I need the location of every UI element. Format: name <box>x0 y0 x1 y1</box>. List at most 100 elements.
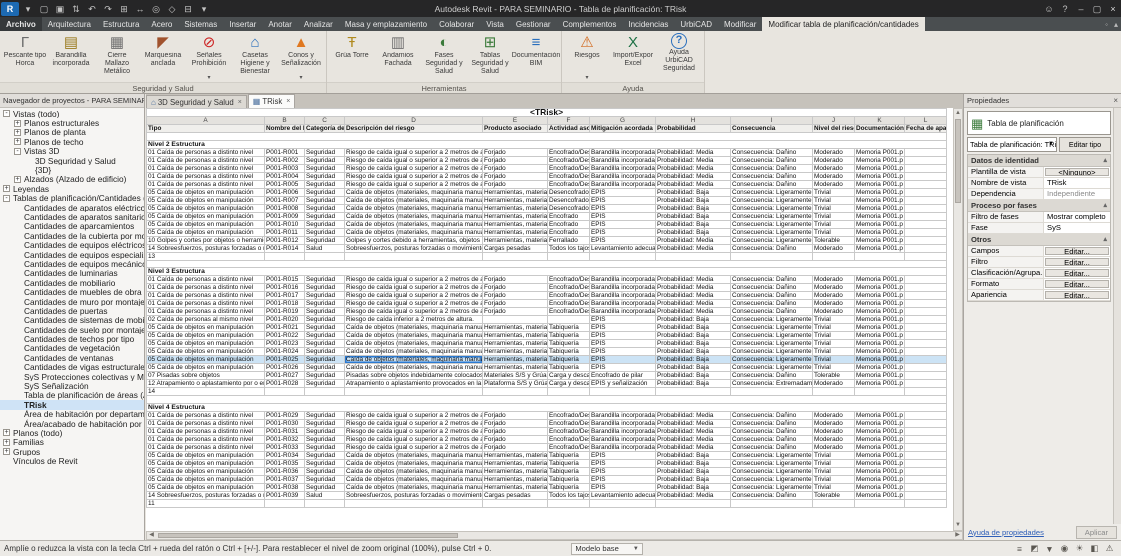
cell[interactable]: Seguridad <box>305 427 345 435</box>
cell[interactable]: P001-R018 <box>265 300 305 308</box>
column-letter-i[interactable]: I <box>731 117 813 125</box>
ribbon-tab-complementos[interactable]: Complementos <box>557 17 623 31</box>
property-section-datos-de-identidad[interactable]: Datos de identidad▴ <box>968 155 1110 167</box>
cell[interactable]: Encofrado/Desenc <box>548 276 590 284</box>
cell[interactable]: Herramientas, materiales, <box>483 356 548 364</box>
table-row[interactable]: 14 Sobreesfuerzos, posturas forzadas o m… <box>147 491 947 499</box>
cell[interactable]: Probabilidad: Baja <box>656 228 731 236</box>
cell[interactable]: Memoria P001.p <box>855 483 905 491</box>
cell[interactable]: Consecuencia: Ligeramente <box>731 364 813 372</box>
property-value-campos[interactable]: Editar... <box>1045 247 1109 255</box>
column-letter-k[interactable]: K <box>855 117 905 125</box>
cell[interactable]: Seguridad <box>305 172 345 180</box>
cell[interactable]: Moderado <box>813 276 855 284</box>
cell[interactable]: Encofrado de pilar <box>590 372 656 380</box>
button-pescante-tipo-horca[interactable]: ΓPescante tipo Horca <box>2 32 48 82</box>
cell[interactable]: Carga y descarga <box>548 380 590 388</box>
cell[interactable]: Consecuencia: Ligeramente <box>731 188 813 196</box>
cell[interactable]: P001-R032 <box>265 435 305 443</box>
cell[interactable]: 07 Pisadas sobre objetos <box>147 372 265 380</box>
cell[interactable]: 01 Caída de personas a distinto nivel <box>147 300 265 308</box>
cell[interactable]: Memoria P001.p <box>855 324 905 332</box>
cell[interactable] <box>905 236 947 244</box>
cell[interactable]: Consecuencia: Dañino <box>731 164 813 172</box>
cell[interactable]: Barandilla incorporada <box>590 148 656 156</box>
expand-icon[interactable]: + <box>3 439 10 446</box>
cell[interactable]: Consecuencia: Dañino <box>731 244 813 252</box>
user-account-icon[interactable]: ☺ <box>1042 2 1056 16</box>
cell[interactable]: Moderado <box>813 172 855 180</box>
cell[interactable]: EPIS <box>590 451 656 459</box>
cell[interactable]: Moderado <box>813 427 855 435</box>
cell[interactable]: Memoria P001.p <box>855 220 905 228</box>
cell[interactable]: Memoria P001.p <box>855 196 905 204</box>
cell[interactable]: Probabilidad: Media <box>656 148 731 156</box>
cell[interactable]: Consecuencia: Ligeramente <box>731 196 813 204</box>
cell[interactable]: Caída de objetos (materiales, maquinaria… <box>345 451 483 459</box>
cell[interactable]: Herramientas, materiales, <box>483 196 548 204</box>
cell[interactable] <box>905 435 947 443</box>
cell[interactable] <box>905 164 947 172</box>
cell[interactable]: Moderado <box>813 419 855 427</box>
table-row[interactable]: 01 Caída de personas a distinto nivelP00… <box>147 164 947 172</box>
cell[interactable]: Todos los tajos <box>548 244 590 252</box>
cell[interactable]: Memoria P001.p <box>855 148 905 156</box>
cell[interactable]: Barandilla incorporada <box>590 164 656 172</box>
cell[interactable] <box>905 348 947 356</box>
cell[interactable]: Barandilla incorporada <box>590 435 656 443</box>
properties-help-link[interactable]: Ayuda de propiedades <box>968 528 1044 537</box>
cell[interactable]: EPIS <box>590 220 656 228</box>
button-andamios-fachada[interactable]: ▥Andamios Fachada <box>375 32 421 82</box>
design-options-icon[interactable]: ◩ <box>1028 543 1041 554</box>
table-row[interactable]: 05 Caída de objetos en manipulaciónP001-… <box>147 220 947 228</box>
ribbon-tab-incidencias[interactable]: Incidencias <box>622 17 674 31</box>
cell[interactable]: EPIS <box>590 324 656 332</box>
cell[interactable]: Probabilidad: Media <box>656 244 731 252</box>
maximize-button[interactable]: ▢ <box>1090 2 1104 16</box>
cell[interactable]: 10 Golpes y cortes por objetos o herrami… <box>147 236 265 244</box>
cell[interactable]: Riesgo de caída igual o superior a 2 met… <box>345 300 483 308</box>
section-collapse-icon[interactable]: ▴ <box>1103 235 1107 244</box>
cell[interactable]: Probabilidad: Baja <box>656 212 731 220</box>
table-row[interactable]: 05 Caída de objetos en manipulaciónP001-… <box>147 348 947 356</box>
cell[interactable]: Encofrado/Desenc <box>548 284 590 292</box>
browser-item-3d-seguridad-y-salud[interactable]: 3D Seguridad y Salud <box>0 156 144 165</box>
cell[interactable]: Consecuencia: Dañino <box>731 148 813 156</box>
cell[interactable]: Plataforma S/S y Grúa torr <box>483 380 548 388</box>
cell[interactable]: P001-R024 <box>265 348 305 356</box>
cell[interactable]: Todos los tajos <box>548 491 590 499</box>
cell[interactable]: Consecuencia: Dañino <box>731 292 813 300</box>
collapse-icon[interactable]: - <box>14 148 21 155</box>
expand-icon[interactable]: + <box>3 429 10 436</box>
cell[interactable]: Encofrado/Desenc <box>548 156 590 164</box>
sync-icon[interactable]: ⇅ <box>69 2 83 16</box>
cell[interactable]: Tabiquería <box>548 348 590 356</box>
browser-item-tabla-de-planificacion-de-areas-area-con[interactable]: Tabla de planificación de áreas (Área co… <box>0 391 144 400</box>
cell[interactable]: Memoria P001.p <box>855 236 905 244</box>
ribbon-minimize-arrow-icon[interactable]: ▴ <box>1114 20 1118 29</box>
browser-item-leyendas[interactable]: +Leyendas <box>0 184 144 193</box>
cell[interactable]: Caída de objetos (materiales, maquinaria… <box>345 475 483 483</box>
cell[interactable]: Memoria P001.p <box>855 188 905 196</box>
cell[interactable] <box>905 276 947 284</box>
cell[interactable]: P001-R002 <box>265 156 305 164</box>
cell[interactable]: Pisadas sobre objetos indebidamente colo… <box>345 372 483 380</box>
cell[interactable] <box>905 340 947 348</box>
cell[interactable]: EPIS <box>590 332 656 340</box>
table-row[interactable]: 05 Caída de objetos en manipulaciónP001-… <box>147 188 947 196</box>
cell[interactable]: Trivial <box>813 467 855 475</box>
cell[interactable]: Trivial <box>813 316 855 324</box>
cell[interactable]: Herramientas, materiales, <box>483 459 548 467</box>
column-letter-l[interactable]: L <box>905 117 947 125</box>
worksets-icon[interactable]: ≡ <box>1013 544 1026 554</box>
close-tab-icon[interactable]: × <box>286 98 290 105</box>
cell[interactable] <box>905 228 947 236</box>
cell[interactable]: Herramientas, materiales, <box>483 348 548 356</box>
cell[interactable] <box>905 451 947 459</box>
cell[interactable]: Caída de objetos (materiales, maquinaria… <box>345 332 483 340</box>
cell[interactable]: 05 Caída de objetos en manipulación <box>147 459 265 467</box>
cell[interactable]: Consecuencia: Ligeramente <box>731 451 813 459</box>
cell[interactable]: P001-R020 <box>265 316 305 324</box>
cell[interactable]: Cargas pesadas <box>483 244 548 252</box>
button-riesgos[interactable]: ⚠Riesgos▾ <box>564 32 610 82</box>
